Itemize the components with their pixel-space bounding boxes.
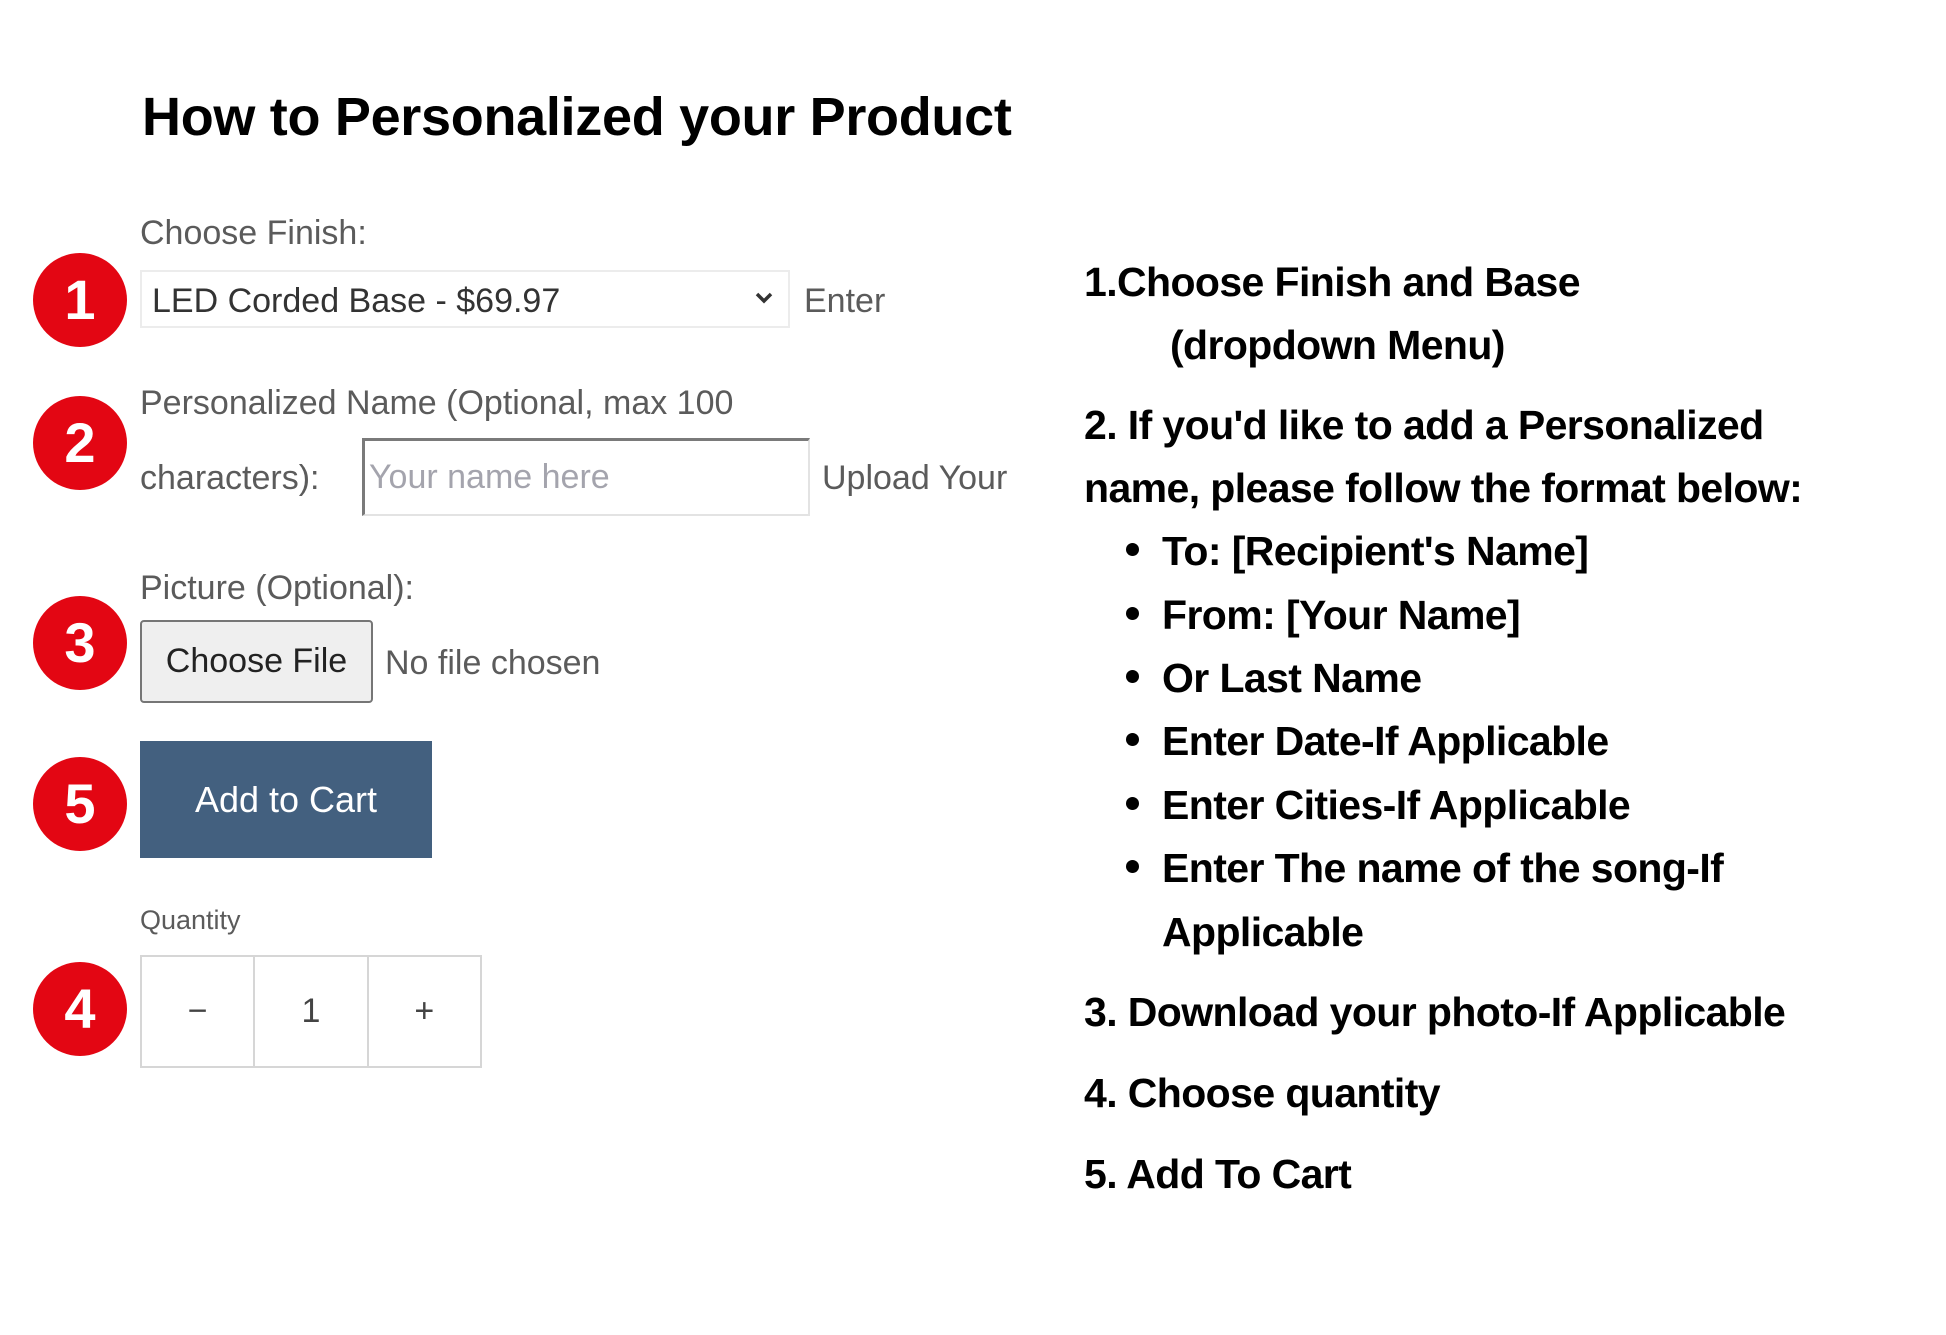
step-badge-4: 4 bbox=[33, 962, 127, 1056]
bullet-icon bbox=[1126, 860, 1139, 873]
step-badge-3: 3 bbox=[33, 596, 127, 690]
instruction-step3: 3. Download your photo-If Applicable bbox=[1084, 989, 1786, 1035]
no-file-chosen-text: No file chosen bbox=[385, 644, 601, 682]
add-to-cart-button[interactable]: Add to Cart bbox=[140, 741, 432, 858]
instruction-step1-sub: (dropdown Menu) bbox=[1170, 322, 1505, 368]
bullet-icon bbox=[1126, 543, 1139, 556]
bullet-icon bbox=[1126, 670, 1139, 683]
bullet-icon bbox=[1126, 797, 1139, 810]
finish-selected-value: LED Corded Base - $69.97 bbox=[152, 282, 561, 320]
format-bullet-item: Enter The name of the song-If bbox=[1162, 845, 1724, 891]
quantity-stepper: − 1 + bbox=[140, 955, 482, 1068]
format-bullet-item: Or Last Name bbox=[1162, 655, 1422, 701]
choose-file-button[interactable]: Choose File bbox=[140, 620, 373, 703]
format-bullet-item: To: [Recipient's Name] bbox=[1162, 528, 1589, 574]
instruction-step1: 1.Choose Finish and Base bbox=[1084, 259, 1581, 305]
step-badge-5: 5 bbox=[33, 757, 127, 851]
quantity-value[interactable]: 1 bbox=[253, 957, 366, 1066]
format-bullet-item-continuation: Applicable bbox=[1162, 909, 1364, 955]
step-badge-1: 1 bbox=[33, 253, 127, 347]
step-badge-2: 2 bbox=[33, 396, 127, 490]
format-bullet-item: From: [Your Name] bbox=[1162, 592, 1521, 638]
picture-label: Picture (Optional): bbox=[140, 569, 414, 607]
bullet-icon bbox=[1126, 607, 1139, 620]
personalized-name-input[interactable] bbox=[362, 438, 810, 516]
instruction-step2-line2: name, please follow the format below: bbox=[1084, 465, 1803, 511]
upload-your-text: Upload Your bbox=[822, 459, 1008, 497]
format-bullet-item: Enter Date-If Applicable bbox=[1162, 718, 1609, 764]
quantity-decrease-button[interactable]: − bbox=[142, 957, 253, 1066]
name-label-line2: characters): bbox=[140, 459, 320, 497]
bullet-icon bbox=[1126, 733, 1139, 746]
finish-trailing-text: Enter bbox=[804, 282, 886, 320]
quantity-label: Quantity bbox=[140, 905, 241, 935]
quantity-increase-button[interactable]: + bbox=[366, 957, 480, 1066]
finish-select[interactable]: LED Corded Base - $69.97 bbox=[140, 270, 790, 328]
instruction-step4: 4. Choose quantity bbox=[1084, 1070, 1441, 1116]
name-label-line1: Personalized Name (Optional, max 100 bbox=[140, 384, 734, 422]
chevron-down-icon bbox=[755, 292, 773, 304]
format-bullet-item: Enter Cities-If Applicable bbox=[1162, 782, 1631, 828]
finish-label: Choose Finish: bbox=[140, 214, 367, 252]
page-title: How to Personalized your Product bbox=[142, 87, 1012, 147]
instruction-step2-line1: 2. If you'd like to add a Personalized bbox=[1084, 402, 1764, 448]
instruction-step5: 5. Add To Cart bbox=[1084, 1151, 1352, 1197]
